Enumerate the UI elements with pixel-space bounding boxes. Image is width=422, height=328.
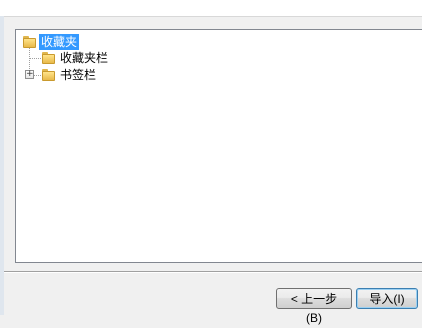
- import-button[interactable]: 导入(I): [356, 288, 418, 309]
- folder-icon: [42, 52, 55, 64]
- footer-divider: [4, 271, 422, 273]
- tree-connector-line: [29, 58, 41, 59]
- tree-node-label[interactable]: 收藏夹栏: [58, 50, 110, 66]
- tree-node-label[interactable]: 书签栏: [58, 67, 98, 83]
- folder-icon: [23, 36, 36, 48]
- expand-plus-icon[interactable]: +: [25, 70, 34, 79]
- tree-node-label[interactable]: 收藏夹: [39, 34, 80, 50]
- dialog-header-area: [0, 0, 422, 17]
- folder-icon: [42, 69, 55, 81]
- tree-connector-line: [34, 75, 41, 76]
- favorites-tree-view[interactable]: 收藏夹 收藏夹栏 + 书签栏: [15, 29, 422, 263]
- back-button[interactable]: < 上一步(B): [276, 288, 352, 325]
